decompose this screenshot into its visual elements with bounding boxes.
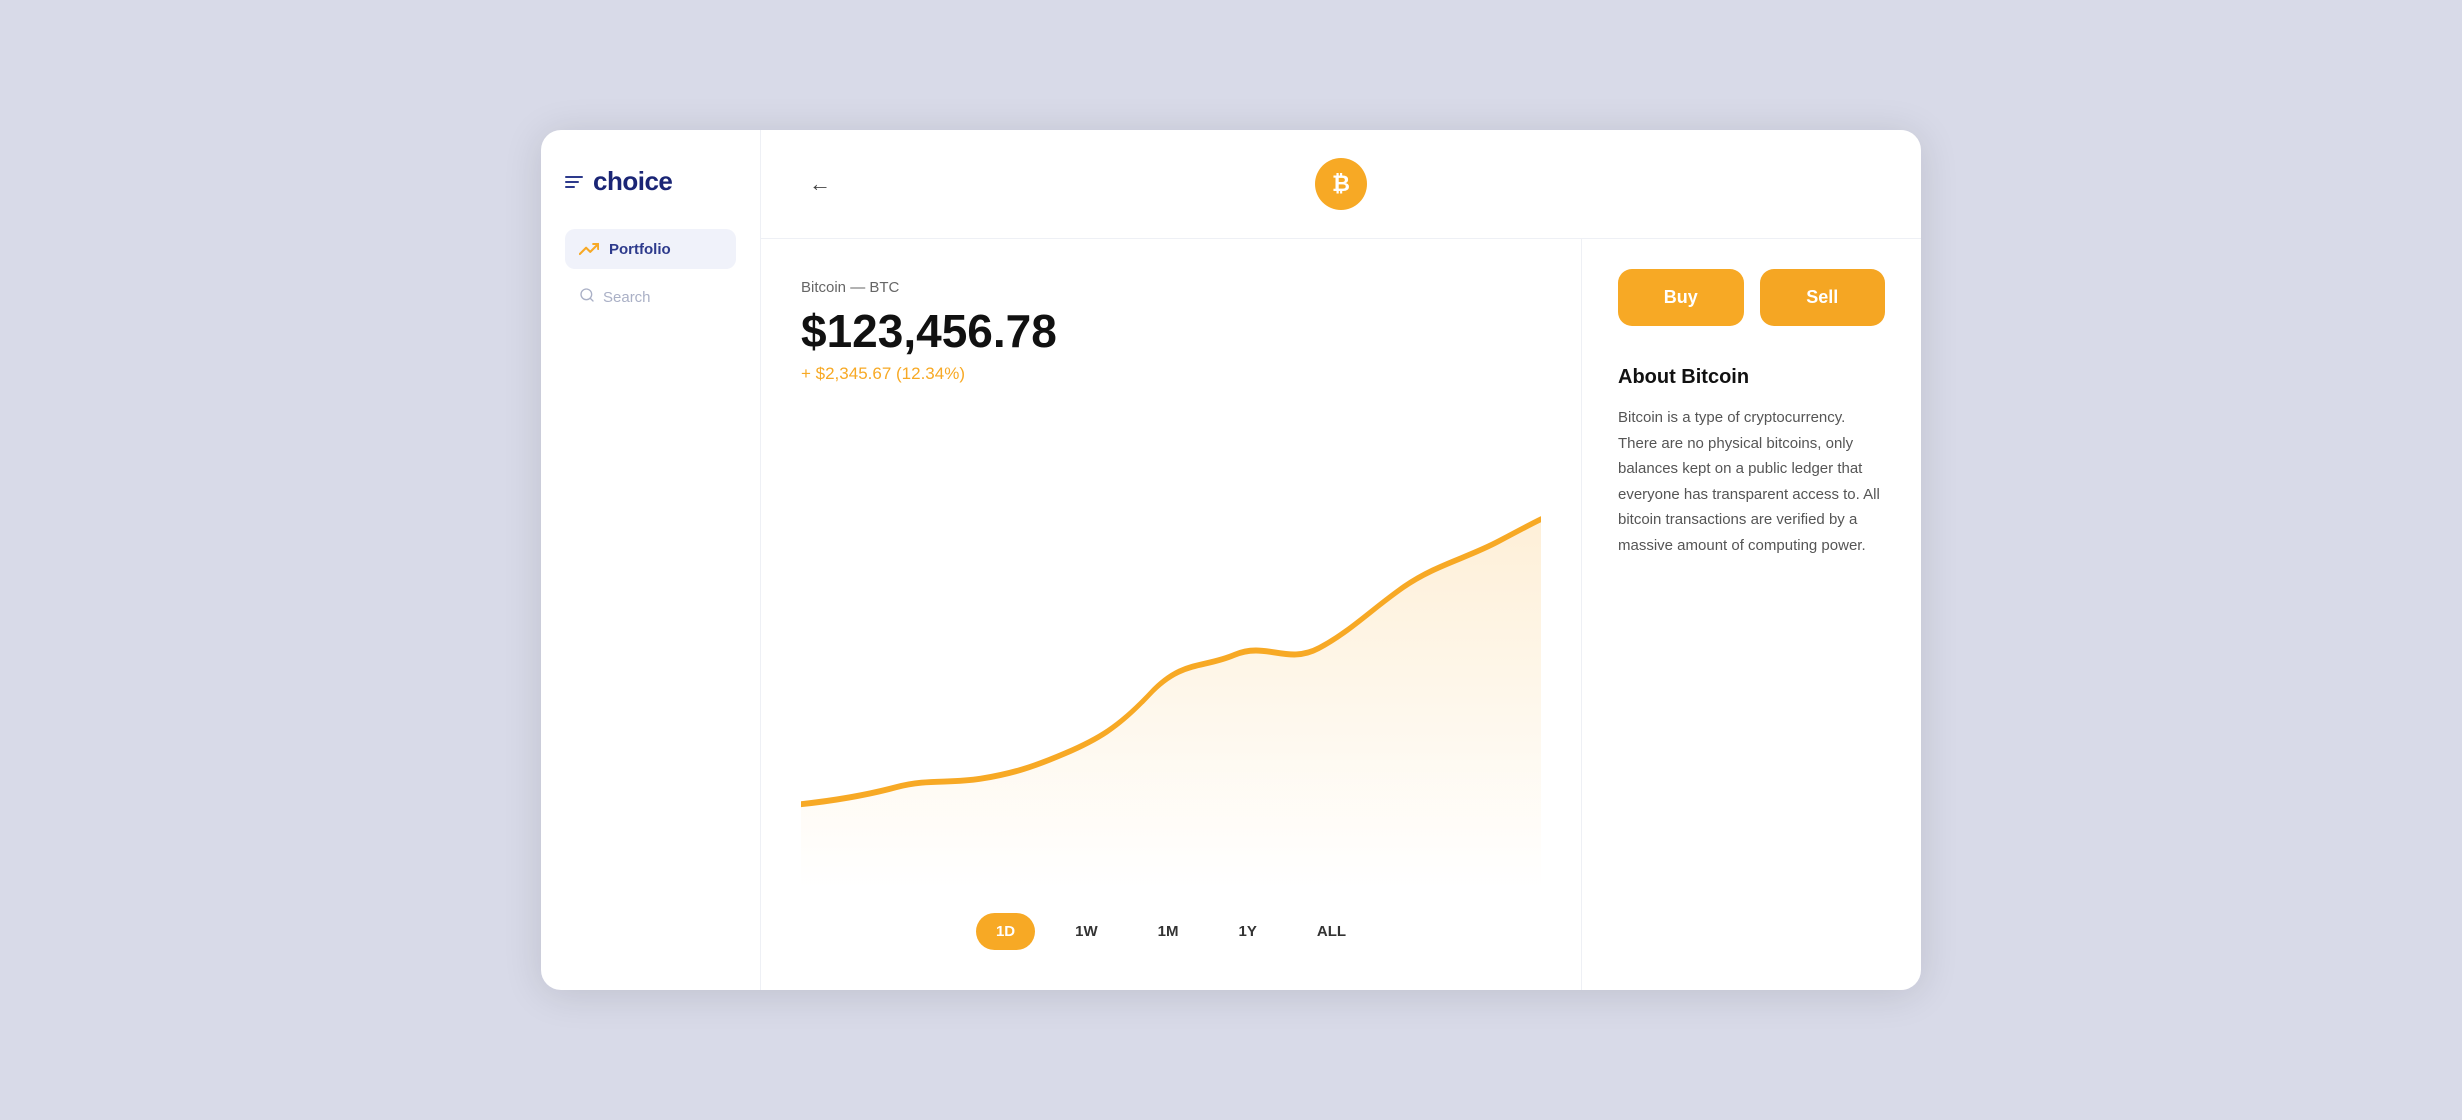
logo-icon xyxy=(565,176,583,188)
about-section: About Bitcoin Bitcoin is a type of crypt… xyxy=(1618,366,1885,558)
tab-1m[interactable]: 1M xyxy=(1138,913,1199,950)
logo: choice xyxy=(565,166,736,197)
top-bar: ← ₿ xyxy=(761,130,1921,239)
crypto-logo: ₿ xyxy=(1315,158,1367,210)
tab-1w[interactable]: 1W xyxy=(1055,913,1118,950)
app-container: choice Portfolio Search xyxy=(541,130,1921,990)
coin-change: + $2,345.67 (12.34%) xyxy=(801,364,1541,384)
search-box[interactable]: Search xyxy=(565,277,736,318)
portfolio-label: Portfolio xyxy=(609,241,671,258)
bitcoin-symbol: ₿ xyxy=(1332,171,1350,197)
trending-up-icon xyxy=(579,239,599,259)
search-icon xyxy=(579,287,595,308)
coin-label: Bitcoin — BTC xyxy=(801,279,1541,296)
time-tabs: 1D 1W 1M 1Y ALL xyxy=(801,889,1541,960)
sidebar-item-portfolio[interactable]: Portfolio xyxy=(565,229,736,269)
coin-price: $123,456.78 xyxy=(801,304,1541,358)
content-body: Bitcoin — BTC $123,456.78 + $2,345.67 (1… xyxy=(761,239,1921,990)
sell-button[interactable]: Sell xyxy=(1760,269,1886,326)
search-placeholder: Search xyxy=(603,289,651,306)
price-chart xyxy=(801,414,1541,889)
back-button[interactable]: ← xyxy=(801,169,839,199)
app-name: choice xyxy=(593,166,672,197)
right-panel: Buy Sell About Bitcoin Bitcoin is a type… xyxy=(1581,239,1921,990)
about-text: Bitcoin is a type of cryptocurrency. The… xyxy=(1618,405,1885,558)
about-title: About Bitcoin xyxy=(1618,366,1885,389)
sidebar-nav: Portfolio Search xyxy=(565,229,736,318)
sidebar: choice Portfolio Search xyxy=(541,130,761,990)
chart-area: Bitcoin — BTC $123,456.78 + $2,345.67 (1… xyxy=(761,239,1581,990)
buy-button[interactable]: Buy xyxy=(1618,269,1744,326)
tab-all[interactable]: ALL xyxy=(1297,913,1366,950)
main-content: ← ₿ Bitcoin — BTC $123,456.78 + $2,345.6… xyxy=(761,130,1921,990)
tab-1d[interactable]: 1D xyxy=(976,913,1035,950)
tab-1y[interactable]: 1Y xyxy=(1219,913,1277,950)
action-buttons: Buy Sell xyxy=(1618,269,1885,326)
